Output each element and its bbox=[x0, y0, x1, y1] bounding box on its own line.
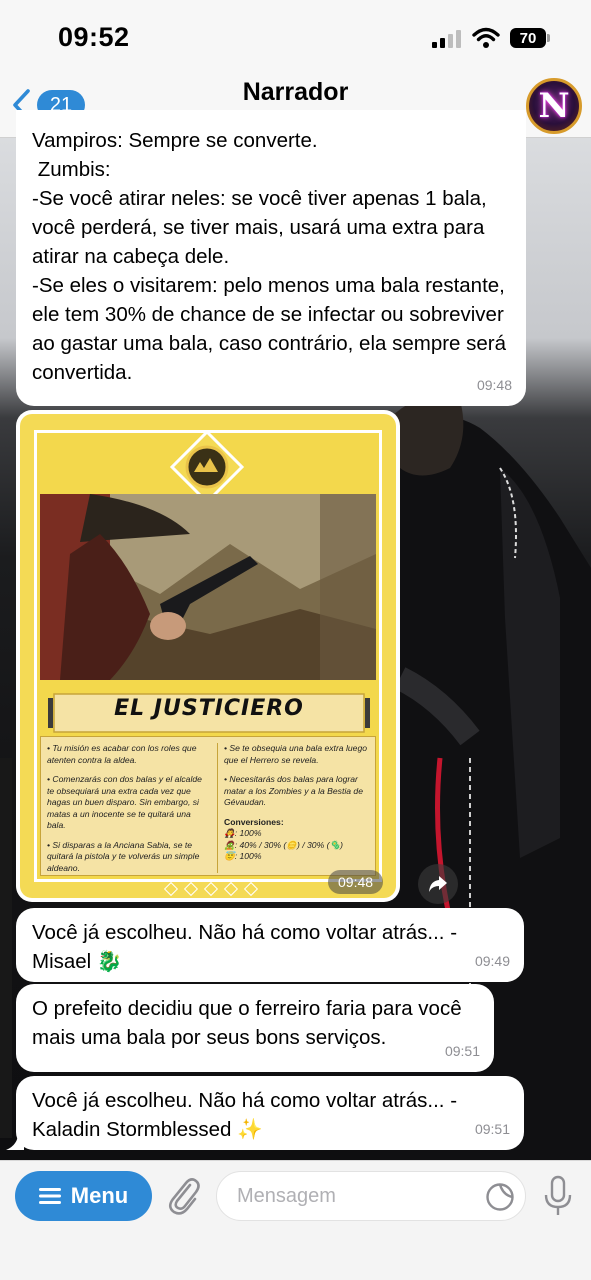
card-text: • Si disparas a la Anciana Sabia, se te … bbox=[47, 839, 200, 873]
message-bubble[interactable]: Você já escolheu. Não há como voltar atr… bbox=[16, 908, 524, 982]
conversions-title: Conversiones: bbox=[224, 816, 284, 827]
conversion-line: 🧟: 40% / 30% (🪙) / 30% (🦠) bbox=[224, 839, 344, 850]
status-bar: 09:52 70 bbox=[0, 0, 591, 76]
message-placeholder: Mensagem bbox=[237, 1185, 336, 1207]
chat-title[interactable]: Narrador bbox=[0, 78, 591, 107]
message-bubble[interactable]: O prefeito decidiu que o ferreiro faria … bbox=[16, 984, 494, 1072]
menu-icon bbox=[38, 1188, 61, 1204]
signal-icon bbox=[432, 30, 461, 48]
wifi-icon bbox=[472, 27, 500, 48]
input-bar: Menu Mensagem bbox=[0, 1160, 591, 1280]
emblem-icon bbox=[170, 430, 244, 504]
bot-avatar[interactable]: N bbox=[526, 78, 582, 134]
card-ornament bbox=[163, 881, 259, 897]
sticker-icon[interactable] bbox=[485, 1182, 515, 1212]
message-text: Você já escolheu. Não há como voltar atr… bbox=[32, 1089, 463, 1141]
avatar-letter: N bbox=[538, 86, 570, 126]
message-time: 09:48 bbox=[476, 377, 512, 393]
message-time: 09:51 bbox=[474, 1121, 510, 1137]
battery-icon: 70 bbox=[510, 28, 550, 48]
mic-icon[interactable] bbox=[543, 1175, 573, 1217]
card-right-column: • Se te obsequia una bala extra luego qu… bbox=[217, 743, 377, 873]
conversion-line: 🧛: 100% bbox=[224, 828, 262, 838]
card-title: EL JUSTICIERO bbox=[114, 696, 304, 721]
card-text: • Comenzarás con dos balas y el alcalde … bbox=[47, 774, 202, 830]
attach-icon[interactable] bbox=[166, 1175, 200, 1215]
card-text: • Tu misión es acabar con los roles que … bbox=[47, 743, 197, 765]
card-artwork bbox=[40, 494, 376, 680]
message-text: Você já escolheu. Não há como voltar atr… bbox=[32, 921, 463, 973]
card-text: • Necesitarás dos balas para lograr mata… bbox=[224, 774, 363, 807]
message-bubble[interactable]: Vampiros: Sempre se converte. Zumbis: -S… bbox=[16, 110, 526, 406]
card-title-banner: EL JUSTICIERO bbox=[48, 688, 370, 738]
card-text: • Se te obsequia una bala extra luego qu… bbox=[224, 743, 368, 765]
message-time: 09:49 bbox=[474, 953, 510, 969]
photo-time: 09:48 bbox=[328, 870, 384, 894]
message-text: O prefeito decidiu que o ferreiro faria … bbox=[32, 997, 468, 1049]
conversion-line: 😇: 100% bbox=[224, 851, 262, 861]
menu-label: Menu bbox=[70, 1183, 129, 1208]
share-button[interactable] bbox=[418, 864, 458, 904]
status-time: 09:52 bbox=[58, 22, 130, 52]
card-left-column: • Tu misión es acabar con los roles que … bbox=[47, 743, 207, 882]
message-bubble[interactable]: Você já escolheu. Não há como voltar atr… bbox=[16, 1076, 524, 1150]
battery-level: 70 bbox=[519, 29, 537, 47]
message-input[interactable]: Mensagem bbox=[216, 1171, 526, 1221]
card-description: • Tu misión es acabar con los roles que … bbox=[40, 736, 376, 876]
menu-button[interactable]: Menu bbox=[15, 1171, 152, 1221]
share-icon bbox=[429, 876, 447, 892]
photo-message[interactable]: EL JUSTICIERO • Tu misión es acabar con … bbox=[16, 410, 400, 902]
role-card-image: EL JUSTICIERO • Tu misión es acabar con … bbox=[20, 414, 396, 898]
message-time: 09:51 bbox=[444, 1043, 480, 1059]
message-text: Vampiros: Sempre se converte. Zumbis: -S… bbox=[32, 129, 507, 384]
bubble-tail bbox=[6, 1136, 24, 1150]
